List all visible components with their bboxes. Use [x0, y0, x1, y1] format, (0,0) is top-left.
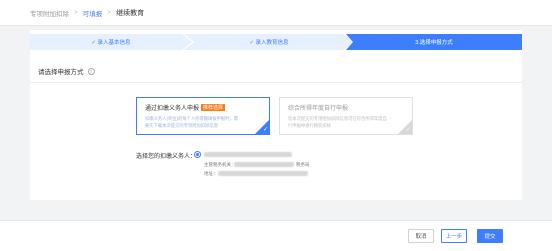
divider — [30, 82, 522, 83]
breadcrumb-separator: > — [74, 9, 78, 16]
tax-office-redacted — [234, 162, 294, 167]
agent-name-redacted — [204, 152, 292, 157]
tax-office-label: 主管税务机关： — [204, 162, 236, 167]
breadcrumb-item-fillable[interactable]: 可填报 — [83, 8, 103, 18]
agent-label: 选择您的扣缴义务人： — [136, 154, 197, 160]
address-redacted — [218, 171, 308, 176]
option-title-text: 综合所得年度自行申报 — [288, 106, 349, 112]
breadcrumb-item-current: 继续教育 — [116, 9, 145, 17]
step-label: ✓ 录入基本信息 — [91, 40, 131, 46]
step-label: ✓ 录入教育信息 — [249, 40, 289, 46]
option-self-declaration[interactable]: 综合所得年度自行申报 您本次提交的专项附加扣除信息可在综合所得年度自 行申报中进… — [279, 97, 413, 135]
cancel-button[interactable]: 取消 — [408, 229, 434, 243]
breadcrumb: 专项附加扣除 > 可填报 > 继续教育 — [0, 0, 552, 26]
step-declaration-method: 3.选择申报方式 — [346, 34, 522, 50]
option-description: 您本次提交的专项附加扣除信息可在综合所得年度自 行申报中进行税前扣除 — [288, 115, 404, 129]
step-progress: ✓ 录入基本信息 ✓ 录入教育信息 3.选择申报方式 — [30, 34, 522, 50]
option-title-text: 通过扣缴义务人申报 — [145, 106, 200, 112]
radio-dot — [196, 153, 199, 156]
step-label: 3.选择申报方式 — [415, 40, 453, 46]
breadcrumb-item-home[interactable]: 专项附加扣除 — [30, 8, 69, 18]
section-title: 请选择申报方式 ? — [38, 66, 95, 76]
help-icon[interactable]: ? — [87, 67, 95, 75]
footer-bar: 取消 上一步 提交 — [0, 220, 552, 251]
agent-radio[interactable] — [194, 151, 201, 158]
step-education-info: ✓ 录入教育信息 — [184, 34, 354, 50]
option-description-line: 扣缴义务人(单位)的每个人所得额填报申报时，需 — [145, 116, 239, 121]
main-card: ✓ 录入基本信息 ✓ 录入教育信息 3.选择申报方式 请选择申报方式 ? 通过扣… — [30, 30, 522, 200]
section-title-text: 请选择申报方式 — [38, 69, 84, 76]
step-basic-info: ✓ 录入基本信息 — [30, 34, 192, 50]
option-title: 综合所得年度自行申报 — [288, 103, 404, 112]
option-description-line: 行申报中进行税前扣除 — [288, 123, 331, 128]
option-withholding-agent[interactable]: 通过扣缴义务人申报 推荐选择 扣缴义务人(单位)的每个人所得额填报申报时，需 要… — [136, 97, 270, 135]
option-description-line: 您本次提交的专项附加扣除信息可在综合所得年度自 — [288, 116, 387, 121]
recommended-badge: 推荐选择 — [201, 104, 226, 111]
breadcrumb-separator: > — [107, 9, 112, 16]
address-label: 地址： — [204, 171, 218, 176]
tax-office-suffix: 税务局 — [296, 162, 310, 167]
option-description: 扣缴义务人(单位)的每个人所得额填报申报时，需 要先下载本次提交的专项附加扣除信… — [145, 115, 261, 129]
previous-button[interactable]: 上一步 — [441, 229, 467, 243]
submit-button[interactable]: 提交 — [477, 229, 503, 243]
option-title: 通过扣缴义务人申报 推荐选择 — [145, 103, 261, 112]
option-description-line: 要先下载本次提交的专项附加扣除信息 — [145, 123, 219, 128]
